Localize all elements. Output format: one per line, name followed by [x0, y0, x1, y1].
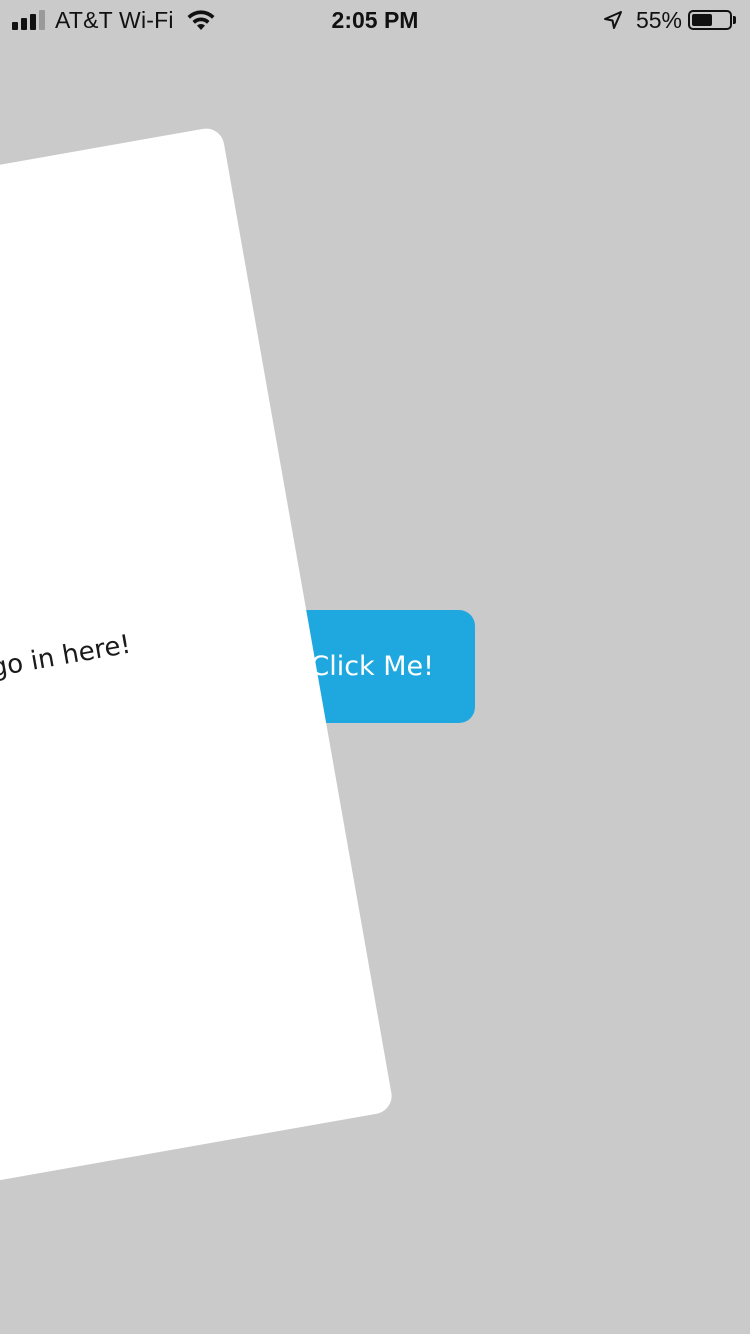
location-arrow-icon [603, 11, 622, 29]
battery-fill [692, 14, 712, 26]
status-bar: AT&T Wi-Fi 2:05 PM 55% [0, 0, 750, 40]
app-screen: AT&T Wi-Fi 2:05 PM 55% Click Me! n go in… [0, 0, 750, 1334]
battery-cap [733, 16, 736, 24]
status-bar-right: 55% [602, 6, 736, 34]
battery-percent: 55% [635, 6, 682, 33]
card-text: n go in here! [0, 629, 134, 688]
battery-icon [688, 10, 732, 30]
